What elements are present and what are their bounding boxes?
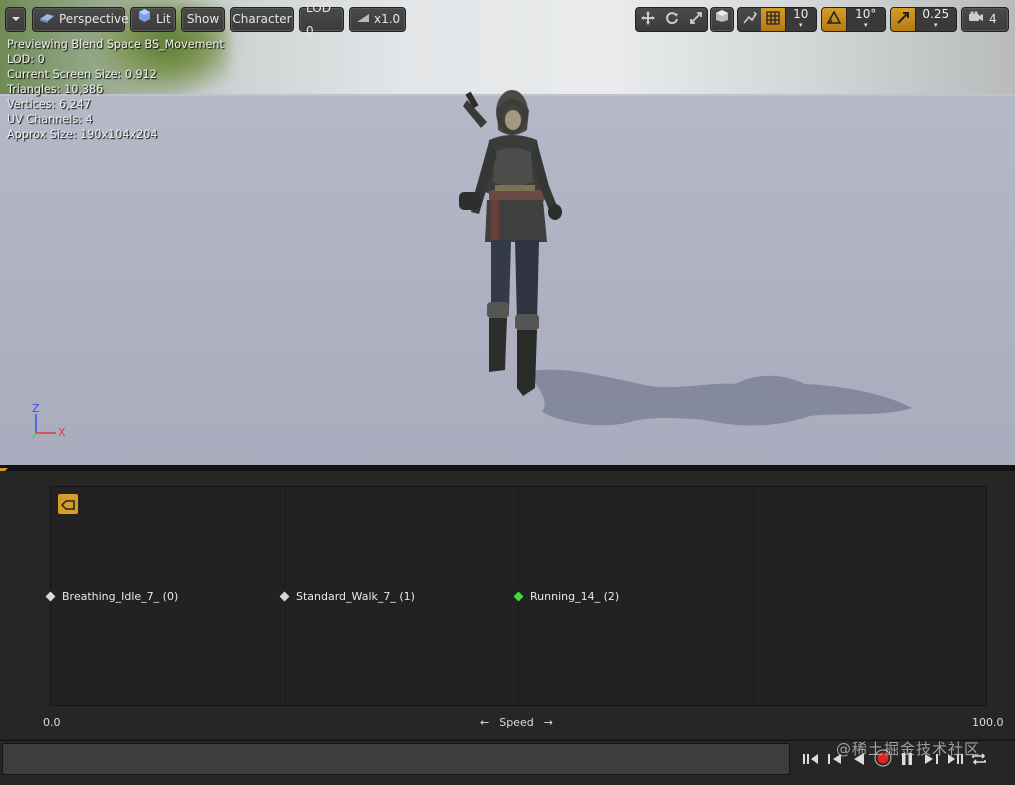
preview-position-marker[interactable]	[58, 494, 78, 514]
grid-snap-value: 10	[793, 7, 809, 21]
sample-label: Standard_Walk_7_ (1)	[296, 589, 415, 603]
move-arrows-icon	[641, 11, 655, 28]
grid-line	[753, 487, 754, 705]
rotation-snap-value: 10°	[855, 7, 877, 21]
cube-icon	[715, 8, 729, 31]
rotate-icon	[665, 11, 679, 28]
axis-z-label: Z	[32, 402, 40, 415]
grid-snap-toggle[interactable]	[761, 8, 785, 31]
skip-start-icon	[802, 751, 820, 770]
chevron-down-icon: ▾	[864, 20, 868, 29]
timeline-scrub-bar[interactable]	[2, 743, 790, 775]
axis-min-value: 0.0	[43, 716, 61, 729]
axis-left-arrow-icon: ←	[480, 716, 490, 729]
grid-snap-group: 10 ▾	[737, 7, 817, 32]
blend-sample-0[interactable]: Breathing_Idle_7_ (0)	[45, 588, 179, 604]
grid-icon	[766, 11, 780, 28]
lit-mode-button[interactable]: Lit	[130, 7, 176, 32]
scale-snap-value-dropdown[interactable]: 0.25 ▾	[914, 7, 956, 31]
transform-tools-group	[635, 7, 708, 32]
translate-tool-button[interactable]	[636, 8, 660, 31]
axis-label: Speed	[499, 716, 534, 729]
sample-label: Running_14_ (2)	[530, 589, 620, 603]
camera-icon	[968, 8, 984, 31]
axis-max-value: 100.0	[972, 716, 1004, 729]
lod-label: LOD 0	[306, 0, 331, 38]
scale-snap-toggle[interactable]	[891, 8, 915, 31]
character-label: Character	[232, 12, 292, 26]
rotate-tool-button[interactable]	[660, 8, 684, 31]
stats-screen-size: Current Screen Size: 0.912	[7, 68, 157, 81]
stats-vertices: Vertices: 6,247	[7, 98, 91, 111]
scale-tool-button[interactable]	[684, 8, 707, 31]
rotation-snap-value-dropdown[interactable]: 10° ▾	[845, 7, 885, 31]
blend-space-editor	[0, 471, 1015, 739]
sample-label: Breathing_Idle_7_ (0)	[62, 589, 179, 603]
camera-speed-value: 4	[989, 12, 997, 26]
rotation-snap-group: 10° ▾	[821, 7, 886, 32]
animation-editor: Perspective Lit Show Character LOD 0 x1.…	[0, 0, 1015, 785]
axis-name: ← Speed →	[480, 716, 553, 729]
lod-menu-button[interactable]: LOD 0	[299, 1, 344, 38]
scale-icon	[689, 11, 703, 28]
axis-gizmo: Z X	[26, 400, 76, 445]
show-menu-button[interactable]: Show	[181, 7, 225, 32]
perspective-cube-icon	[39, 8, 55, 31]
scale-snap-group: 0.25 ▾	[890, 7, 957, 32]
blend-sample-2[interactable]: Running_14_ (2)	[513, 588, 620, 604]
character-shadow	[528, 369, 912, 426]
playback-speed-label: x1.0	[374, 12, 401, 26]
character-menu-button[interactable]: Character	[230, 7, 294, 32]
chevron-down-icon	[11, 8, 21, 31]
lit-sphere-icon	[137, 8, 152, 31]
scale-snap-icon	[896, 11, 910, 28]
skip-to-start-button[interactable]	[800, 748, 822, 772]
axis-x-label: X	[58, 426, 66, 439]
viewport-options-dropdown[interactable]	[5, 7, 26, 32]
stats-lod: LOD: 0	[7, 53, 45, 66]
chevron-down-icon: ▾	[799, 20, 803, 29]
viewport-stats-overlay: Previewing Blend Space BS_Movement LOD: …	[7, 37, 224, 142]
stats-approx-size: Approx Size: 190x104x204	[7, 128, 158, 141]
axis-right-arrow-icon: →	[543, 716, 553, 729]
perspective-button[interactable]: Perspective	[32, 7, 129, 32]
preview-viewport[interactable]: Perspective Lit Show Character LOD 0 x1.…	[0, 0, 1015, 465]
rotation-snap-toggle[interactable]	[822, 8, 846, 31]
chevron-down-icon: ▾	[934, 20, 938, 29]
surface-snap-button[interactable]	[738, 8, 762, 31]
speed-ramp-icon	[356, 8, 370, 31]
world-local-toggle[interactable]	[710, 7, 734, 32]
stats-uv-channels: UV Channels: 4	[7, 113, 93, 126]
blend-sample-1[interactable]: Standard_Walk_7_ (1)	[279, 588, 415, 604]
show-label: Show	[186, 12, 220, 26]
tag-icon	[60, 495, 75, 514]
camera-speed-dropdown[interactable]: 4	[961, 7, 1009, 32]
playback-speed-button[interactable]: x1.0	[349, 7, 406, 32]
stats-previewing: Previewing Blend Space BS_Movement	[7, 38, 224, 51]
stats-triangles: Triangles: 10,386	[7, 83, 104, 96]
angle-icon	[826, 10, 842, 28]
scale-snap-value: 0.25	[922, 7, 950, 21]
watermark: @稀土掘金技术社区	[836, 740, 981, 758]
surface-snap-icon	[743, 11, 757, 28]
grid-snap-value-dropdown[interactable]: 10 ▾	[784, 7, 816, 31]
lit-label: Lit	[156, 12, 171, 26]
perspective-label: Perspective	[59, 12, 129, 26]
character-mesh	[459, 90, 562, 396]
